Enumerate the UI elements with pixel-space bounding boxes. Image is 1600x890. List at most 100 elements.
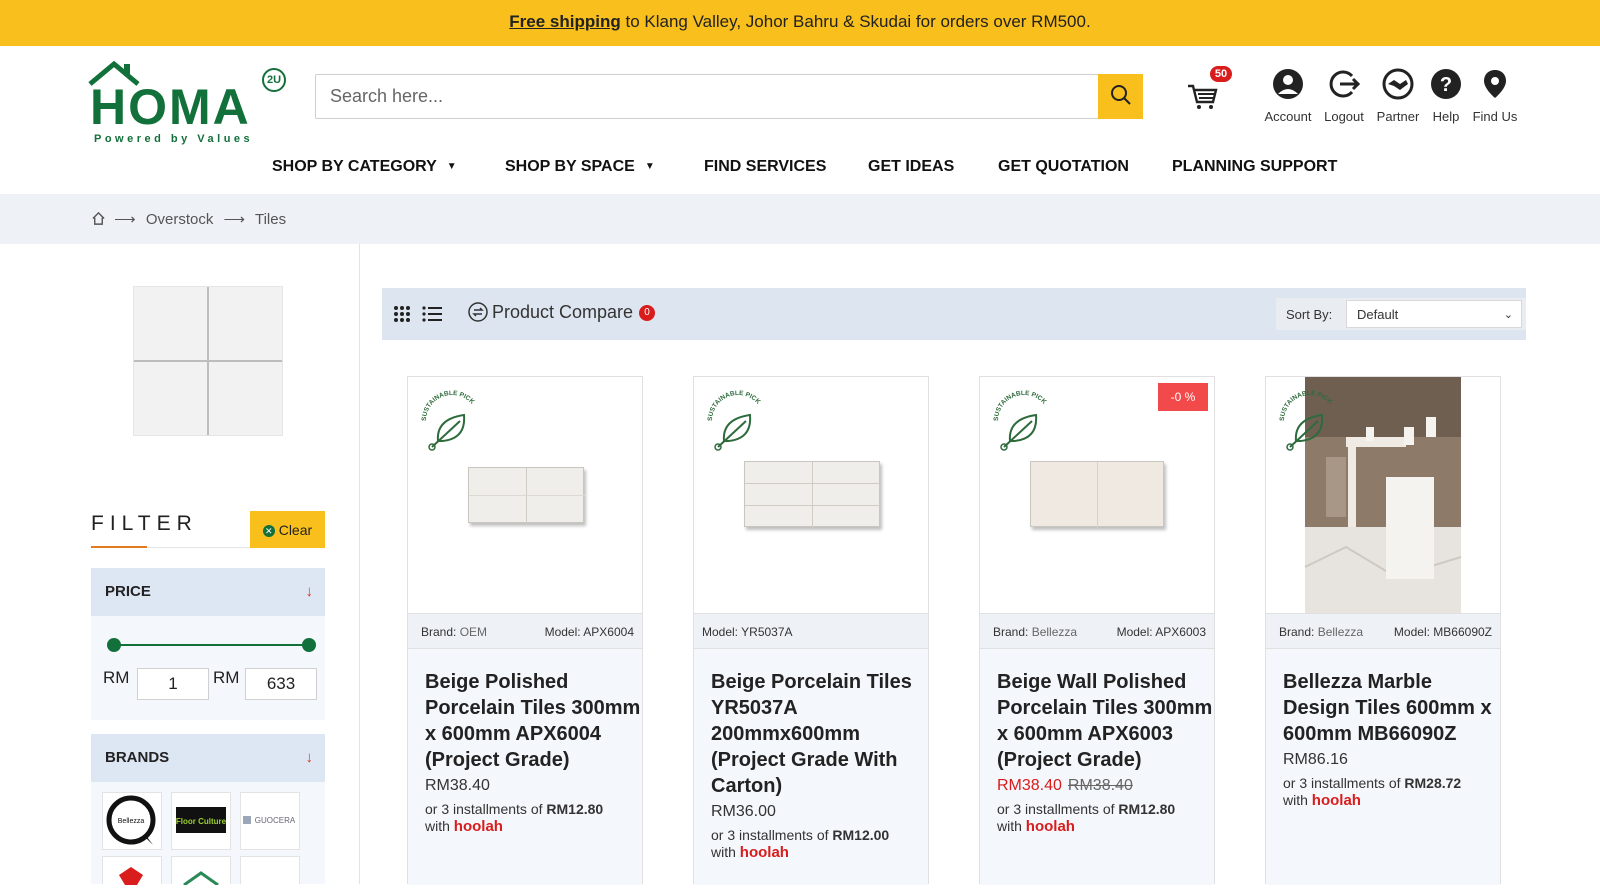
product-meta: Brand: Bellezza Model: MB66090Z [1266, 613, 1500, 649]
compare-icon [468, 302, 488, 322]
tile-image [134, 287, 282, 435]
product-brand: Brand: Bellezza [1279, 625, 1364, 639]
account-button[interactable]: Account [1255, 68, 1321, 124]
brand-logo-partial[interactable] [171, 856, 231, 887]
product-body: Beige Wall Polished Porcelain Tiles 300m… [980, 649, 1214, 885]
nav-label: SHOP BY SPACE [505, 158, 635, 175]
product-compare-button[interactable]: Product Compare 0 [468, 302, 656, 323]
logout-button[interactable]: Logout [1316, 68, 1372, 124]
product-name[interactable]: Beige Wall Polished Porcelain Tiles 300m… [997, 669, 1217, 773]
slider-max-handle[interactable] [302, 638, 316, 652]
account-label: Account [1264, 109, 1312, 124]
arrow-down-icon: ↓ [305, 749, 314, 766]
hoolah-logo: hoolah [1025, 818, 1075, 835]
hoolah-logo: hoolah [739, 844, 789, 861]
find-us-button[interactable]: Find Us [1470, 68, 1520, 124]
product-model: Model: MB66090Z [1393, 625, 1492, 639]
product-card[interactable]: SUSTAINABLE PICK Brand: Bellezza Model: … [1265, 376, 1501, 885]
help-icon: ? [1431, 69, 1461, 99]
price-min-input[interactable] [137, 668, 209, 700]
svg-text:?: ? [1440, 74, 1452, 96]
product-image[interactable]: SUSTAINABLE PICK -0 % [980, 377, 1214, 613]
cart-button[interactable]: 50 [1186, 66, 1232, 116]
home-icon[interactable] [91, 211, 106, 226]
slider-min-handle[interactable] [107, 638, 121, 652]
product-model: Model: YR5037A [702, 625, 793, 639]
product-body: Bellezza Marble Design Tiles 600mm x 600… [1266, 649, 1500, 885]
product-name[interactable]: Beige Porcelain Tiles YR5037A 200mmx600m… [711, 669, 931, 799]
brand-logo-bellezza[interactable]: Bellezza [102, 792, 162, 850]
nav-shop-by-space[interactable]: SHOP BY SPACE ▼ [505, 158, 655, 176]
main-nav: SHOP BY CATEGORY ▼ SHOP BY SPACE ▼ FIND SE… [0, 158, 1600, 194]
logo-wordmark: HOMA [90, 79, 251, 135]
nav-planning-support[interactable]: PLANNING SUPPORT [1172, 158, 1337, 176]
find-us-label: Find Us [1472, 109, 1518, 124]
svg-text:GUOCERA: GUOCERA [255, 816, 296, 825]
cart-count-badge: 50 [1210, 66, 1232, 82]
product-image[interactable]: SUSTAINABLE PICK [1266, 377, 1500, 613]
price-filter-header[interactable]: PRICE ↓ [91, 568, 325, 616]
tile-photo [744, 461, 881, 528]
handshake-icon [1382, 68, 1414, 100]
product-meta: Model: YR5037A [694, 613, 928, 649]
product-image[interactable]: SUSTAINABLE PICK [694, 377, 928, 613]
caret-down-icon: ▼ [446, 161, 457, 173]
breadcrumb-bar: ⟶ Overstock ⟶ Tiles [0, 194, 1600, 244]
product-meta: Brand: OEM Model: APX6004 [408, 613, 642, 649]
site-header: HOMA 2U Powered by Values 50 Account Log… [0, 46, 1600, 196]
cart-icon [1188, 84, 1218, 109]
tile-photo [468, 467, 585, 524]
sale-price: RM38.40 [997, 777, 1062, 794]
product-price: RM86.16 [1283, 751, 1348, 768]
compare-label: Product Compare [492, 302, 634, 322]
product-price: RM38.40 RM38.40 [997, 777, 1133, 795]
brands-filter-header[interactable]: BRANDS ↓ [91, 734, 325, 782]
product-image[interactable]: SUSTAINABLE PICK [408, 377, 642, 613]
search-input[interactable] [315, 74, 1099, 119]
nav-find-services[interactable]: FIND SERVICES [704, 158, 826, 176]
installment-info: or 3 installments of RM12.80 with hoolah [997, 801, 1176, 835]
product-name[interactable]: Beige Polished Porcelain Tiles 300mm x 6… [425, 669, 645, 773]
caret-down-icon: ▼ [644, 161, 655, 173]
partner-button[interactable]: Partner [1369, 68, 1427, 124]
grid-view-icon[interactable] [392, 304, 412, 324]
sort-by-select[interactable]: Default ⌄ [1346, 300, 1522, 328]
help-button[interactable]: ? Help [1424, 68, 1468, 124]
sort-by-value: Default [1357, 307, 1399, 322]
original-price: RM38.40 [1067, 777, 1133, 794]
price-max-input[interactable] [245, 668, 317, 700]
brands-filter-label: BRANDS [105, 749, 170, 766]
homa-logo[interactable]: HOMA 2U Powered by Values [86, 60, 286, 145]
sort-by-control: Sort By: Default ⌄ [1276, 298, 1526, 330]
price-min-currency: RM [103, 668, 130, 687]
installment-info: or 3 installments of RM12.80 with hoolah [425, 801, 604, 835]
nav-get-ideas[interactable]: GET IDEAS [868, 158, 954, 176]
product-price: RM38.40 [425, 777, 490, 794]
product-name[interactable]: Bellezza Marble Design Tiles 600mm x 600… [1283, 669, 1503, 747]
product-card[interactable]: SUSTAINABLE PICK -0 % Brand: Bellezza Mo… [979, 376, 1215, 885]
logout-label: Logout [1324, 109, 1364, 124]
nav-shop-by-category[interactable]: SHOP BY CATEGORY ▼ [272, 158, 457, 176]
product-card[interactable]: SUSTAINABLE PICK Brand: OEM Model: APX60… [407, 376, 643, 885]
price-max-currency: RM [213, 668, 240, 687]
nav-get-quotation[interactable]: GET QUOTATION [998, 158, 1129, 176]
svg-text:SUSTAINABLE PICK: SUSTAINABLE PICK [1279, 390, 1334, 421]
logo-tagline: Powered by Values [94, 133, 254, 145]
sustainable-pick-badge-icon: SUSTAINABLE PICK [993, 390, 1048, 451]
product-body: Beige Polished Porcelain Tiles 300mm x 6… [408, 649, 642, 885]
free-shipping-link[interactable]: Free shipping [509, 12, 620, 31]
search-icon [1110, 85, 1131, 105]
brand-logo-floor-culture[interactable]: Floor Culture [171, 792, 231, 850]
list-view-icon[interactable] [422, 304, 442, 324]
breadcrumb-overstock[interactable]: Overstock [146, 211, 214, 228]
filter-underline [91, 546, 147, 548]
brand-logo-partial[interactable] [102, 856, 162, 885]
brand-logo-partial[interactable] [240, 856, 300, 884]
brand-logo-guocera[interactable]: GUOCERA [240, 792, 300, 850]
clear-icon: ✕ [262, 524, 275, 537]
product-card[interactable]: SUSTAINABLE PICK Model: YR5037A Beige Po… [693, 376, 931, 885]
price-range-slider[interactable] [107, 638, 316, 652]
clear-filter-button[interactable]: ✕ Clear [250, 511, 325, 548]
search-button[interactable] [1098, 74, 1143, 119]
breadcrumb-tiles[interactable]: Tiles [255, 211, 286, 228]
